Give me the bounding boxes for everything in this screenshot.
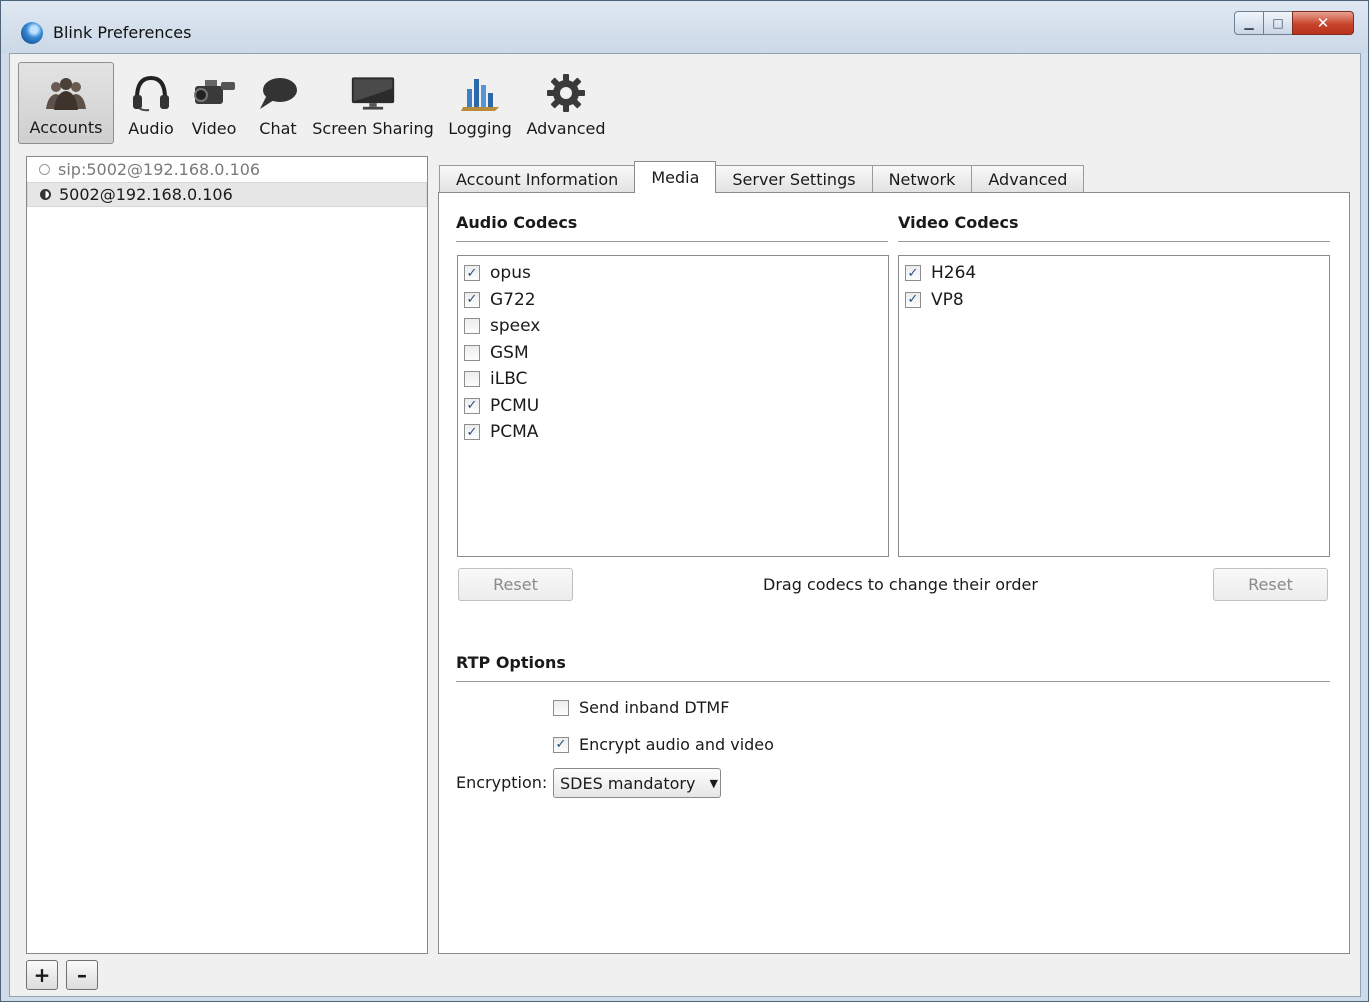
codec-checkbox[interactable] xyxy=(464,344,480,361)
toolbar-screen-sharing-label: Screen Sharing xyxy=(312,119,434,138)
video-reset-button[interactable]: Reset xyxy=(1213,568,1328,601)
close-icon: ✕ xyxy=(1316,14,1330,32)
toolbar-chat-label: Chat xyxy=(259,119,297,138)
account-item-selected[interactable]: 5002@192.168.0.106 xyxy=(27,182,427,207)
audio-divider xyxy=(456,241,888,242)
codec-item[interactable]: ✓ H264 xyxy=(899,260,1329,287)
preferences-window: Blink Preferences ▁ □ ✕ Accounts Audio V… xyxy=(0,0,1369,1002)
tab-network[interactable]: Network xyxy=(871,165,973,193)
toolbar-video[interactable]: Video xyxy=(184,62,244,144)
codec-item[interactable]: GSM xyxy=(458,340,888,367)
codec-label: GSM xyxy=(490,342,529,363)
send-inband-dtmf-label: Send inband DTMF xyxy=(579,698,730,717)
video-codecs-list[interactable]: ✓ H264 ✓ VP8 xyxy=(898,255,1330,557)
send-inband-dtmf-option[interactable]: Send inband DTMF xyxy=(553,698,729,717)
media-tab-panel: Audio Codecs Video Codecs ✓ opus ✓ G722 spee… xyxy=(438,192,1350,954)
encryption-select-value: SDES mandatory xyxy=(560,773,696,793)
close-button[interactable]: ✕ xyxy=(1292,11,1354,35)
toolbar-accounts-label: Accounts xyxy=(29,118,103,137)
client-area: Accounts Audio Video Chat Screen Sharing… xyxy=(9,53,1361,997)
send-inband-dtmf-checkbox[interactable] xyxy=(553,699,569,716)
encryption-select[interactable]: SDES mandatory ▼ xyxy=(553,768,721,798)
codec-checkbox[interactable]: ✓ xyxy=(464,265,480,282)
gear-icon xyxy=(543,70,589,116)
codec-checkbox[interactable] xyxy=(464,371,480,388)
account-label: sip:5002@192.168.0.106 xyxy=(58,160,261,179)
tab-media[interactable]: Media xyxy=(634,161,717,193)
codec-checkbox[interactable]: ✓ xyxy=(905,291,921,308)
toolbar-screen-sharing[interactable]: Screen Sharing xyxy=(312,62,434,144)
codec-label: G722 xyxy=(490,289,536,310)
window-title: Blink Preferences xyxy=(53,23,192,42)
video-divider xyxy=(898,241,1330,242)
codec-checkbox[interactable]: ✓ xyxy=(464,424,480,441)
toolbar-audio[interactable]: Audio xyxy=(120,62,182,144)
toolbar-video-label: Video xyxy=(191,119,237,138)
codec-checkbox[interactable] xyxy=(464,318,480,335)
video-camera-icon xyxy=(191,70,237,116)
toolbar-audio-label: Audio xyxy=(128,119,174,138)
tab-server-settings[interactable]: Server Settings xyxy=(715,165,873,193)
codec-label: VP8 xyxy=(931,289,964,310)
accounts-icon xyxy=(43,71,89,117)
tab-account-information[interactable]: Account Information xyxy=(439,165,636,193)
codec-item[interactable]: ✓ VP8 xyxy=(899,287,1329,314)
codec-label: opus xyxy=(490,263,531,284)
monitor-icon xyxy=(350,70,396,116)
account-label: 5002@192.168.0.106 xyxy=(59,185,233,204)
codec-item[interactable]: ✓ opus xyxy=(458,260,888,287)
window-controls: ▁ □ ✕ xyxy=(1234,11,1354,35)
account-actions: + – xyxy=(26,960,98,990)
preferences-toolbar: Accounts Audio Video Chat Screen Sharing… xyxy=(10,54,1360,148)
toolbar-chat[interactable]: Chat xyxy=(250,62,306,144)
codec-label: iLBC xyxy=(490,369,528,390)
codec-checkbox[interactable]: ✓ xyxy=(464,397,480,414)
codec-item[interactable]: ✓ PCMA xyxy=(458,419,888,446)
account-item-sip[interactable]: sip:5002@192.168.0.106 xyxy=(27,157,427,182)
video-codecs-title: Video Codecs xyxy=(898,213,1019,232)
codec-label: PCMU xyxy=(490,395,540,416)
codec-checkbox[interactable]: ✓ xyxy=(464,291,480,308)
codec-item[interactable]: speex xyxy=(458,313,888,340)
encrypt-av-checkbox[interactable]: ✓ xyxy=(553,736,569,753)
audio-codecs-list[interactable]: ✓ opus ✓ G722 speex GSM iLBC ✓ PCMU ✓ PCMA xyxy=(457,255,889,557)
encryption-label: Encryption: xyxy=(456,773,548,792)
drag-hint: Drag codecs to change their order xyxy=(763,575,1038,594)
codec-label: H264 xyxy=(931,263,977,284)
encrypt-av-label: Encrypt audio and video xyxy=(579,735,774,754)
rtp-options-title: RTP Options xyxy=(456,653,566,672)
toolbar-advanced-label: Advanced xyxy=(526,119,606,138)
chevron-down-icon: ▼ xyxy=(709,776,718,790)
audio-codecs-title: Audio Codecs xyxy=(456,213,578,232)
presence-status-icon xyxy=(40,189,51,200)
codec-item[interactable]: ✓ G722 xyxy=(458,287,888,314)
minimize-icon: ▁ xyxy=(1244,16,1254,30)
headset-icon xyxy=(128,70,174,116)
remove-account-button[interactable]: – xyxy=(66,960,98,990)
title-bar[interactable]: Blink Preferences ▁ □ ✕ xyxy=(1,1,1368,53)
offline-status-icon xyxy=(39,164,50,175)
codec-checkbox[interactable]: ✓ xyxy=(905,265,921,282)
codec-item[interactable]: iLBC xyxy=(458,366,888,393)
codec-label: PCMA xyxy=(490,422,539,443)
encrypt-av-option[interactable]: ✓ Encrypt audio and video xyxy=(553,735,774,754)
toolbar-accounts[interactable]: Accounts xyxy=(18,62,114,144)
account-tabs: Account Information Media Server Setting… xyxy=(439,161,1085,193)
codec-label: speex xyxy=(490,316,541,337)
add-account-button[interactable]: + xyxy=(26,960,58,990)
accounts-list[interactable]: sip:5002@192.168.0.106 5002@192.168.0.10… xyxy=(26,156,428,954)
codec-item[interactable]: ✓ PCMU xyxy=(458,393,888,420)
tab-advanced[interactable]: Advanced xyxy=(971,165,1085,193)
maximize-button[interactable]: □ xyxy=(1263,11,1293,35)
toolbar-logging-label: Logging xyxy=(448,119,512,138)
minimize-button[interactable]: ▁ xyxy=(1234,11,1264,35)
blink-app-icon xyxy=(21,22,43,44)
toolbar-advanced[interactable]: Advanced xyxy=(522,62,610,144)
chat-bubble-icon xyxy=(255,70,301,116)
rtp-divider xyxy=(456,681,1330,682)
audio-reset-button[interactable]: Reset xyxy=(458,568,573,601)
toolbar-logging[interactable]: Logging xyxy=(446,62,514,144)
logging-chart-icon xyxy=(457,70,503,116)
maximize-icon: □ xyxy=(1272,16,1284,30)
